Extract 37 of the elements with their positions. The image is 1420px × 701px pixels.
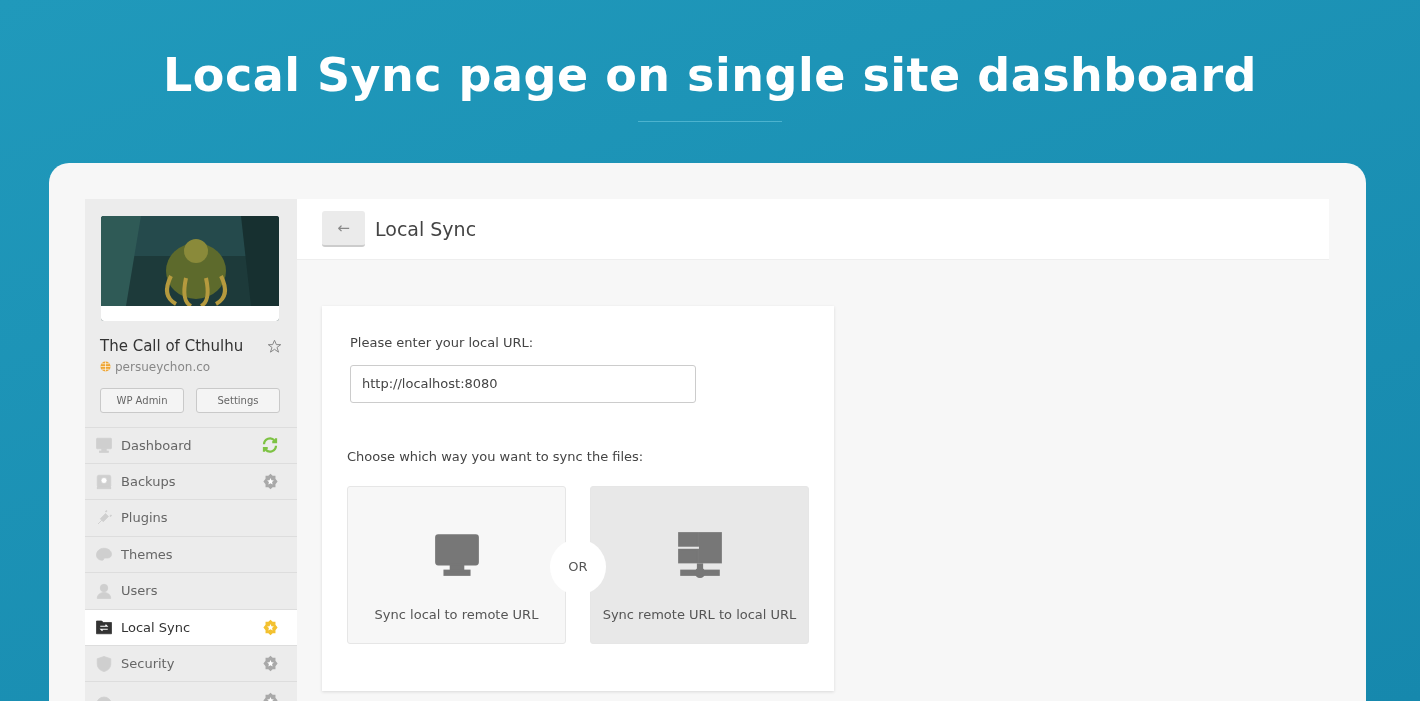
shield-icon: [95, 654, 113, 673]
field-label: Please enter your local URL:: [350, 334, 535, 353]
sidebar-item[interactable]: Local Sync: [85, 608, 297, 646]
monitor-icon: [95, 436, 113, 455]
item-label: Security: [121, 654, 176, 673]
user-icon: [95, 581, 113, 600]
sidebar-item[interactable]: Dashboard: [85, 426, 297, 464]
gear-icon[interactable]: [262, 655, 279, 673]
star-icon[interactable]: [267, 338, 282, 354]
sidebar-item[interactable]: Themes: [85, 535, 297, 573]
gear-icon[interactable]: [262, 473, 279, 491]
item-label: Plugins: [121, 509, 169, 528]
item-label: Dashboard: [121, 436, 193, 455]
item-label: Users: [121, 582, 159, 601]
folder-icon: [95, 618, 113, 637]
item-label: Backups: [121, 473, 177, 491]
item-label: Themes: [121, 545, 174, 564]
refresh-icon[interactable]: [261, 436, 279, 455]
admin-button[interactable]: WP Admin: [100, 387, 184, 413]
item-label: Local Sync: [121, 618, 192, 637]
sync-option[interactable]: Sync local to remote URL: [347, 486, 566, 645]
sidebar-item[interactable]: Plugins: [85, 499, 297, 536]
gear-icon[interactable]: [262, 618, 279, 636]
globe-icon: [100, 361, 111, 373]
settings-button[interactable]: Settings: [196, 387, 280, 413]
sync-option[interactable]: Sync remote URL to local URL: [590, 486, 809, 645]
site-url[interactable]: persueychon.co: [115, 357, 211, 376]
sidebar-item[interactable]: Backups: [85, 463, 297, 500]
sidebar-item[interactable]: Security: [85, 645, 297, 682]
drive-icon: [95, 472, 113, 491]
site-name: The Call of Cthulhu: [100, 336, 244, 358]
choice-label: Choose which way you want to sync the files:: [347, 447, 645, 466]
page-title: Local Sync: [375, 217, 477, 241]
sidebar-item[interactable]: Users: [85, 572, 297, 609]
back-button[interactable]: ←: [322, 211, 365, 248]
page-headline: Local Sync page on single site dashboard: [161, 47, 1259, 104]
url-field[interactable]: http://localhost:8080: [350, 364, 696, 403]
